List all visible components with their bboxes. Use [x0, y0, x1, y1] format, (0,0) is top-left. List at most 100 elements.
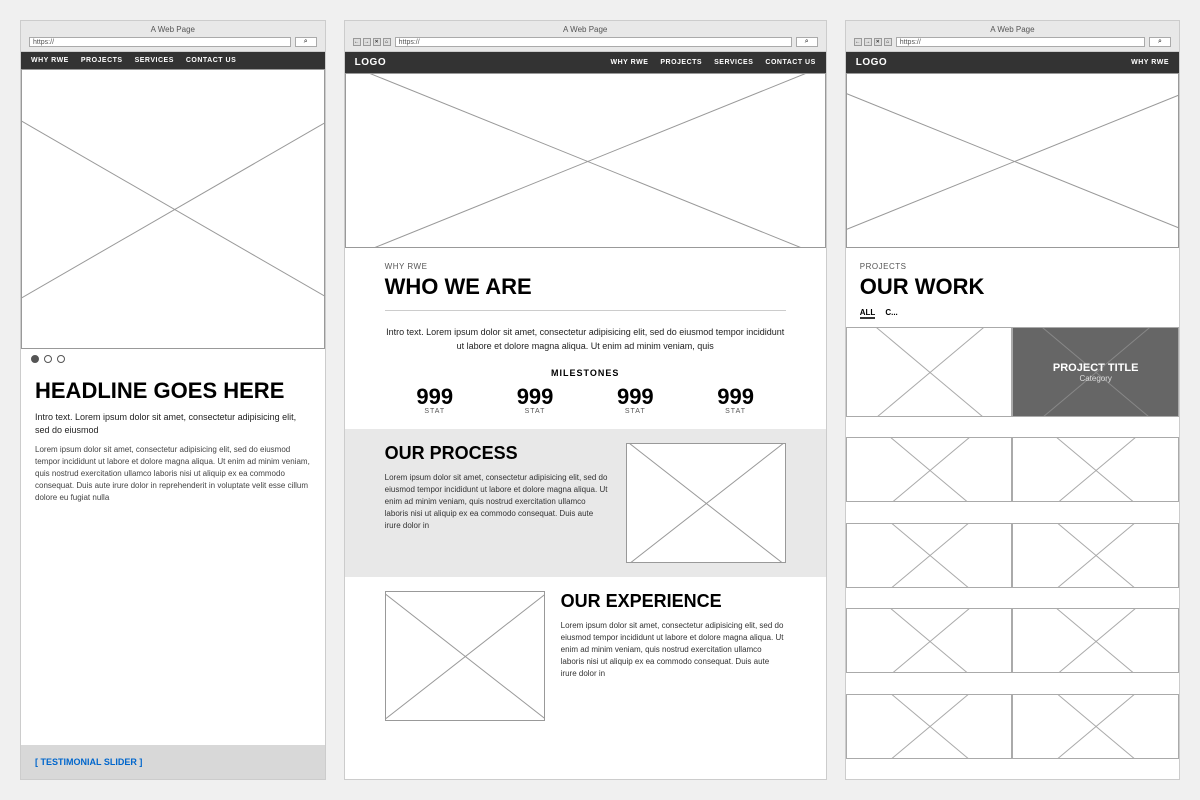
milestones-title: MILESTONES: [385, 368, 786, 378]
who-intro-text: Intro text. Lorem ipsum dolor sit amet, …: [345, 311, 826, 368]
nav-link-why-rwe-1[interactable]: WHY RWE: [31, 57, 69, 64]
browser-search-2[interactable]: ⌕: [796, 37, 818, 47]
grid-cell-8: [1012, 608, 1179, 673]
stats-row: 999 STAT 999 STAT 999 STAT 999 STAT: [385, 386, 786, 415]
panel-mobile: A Web Page https:// ⌕ WHY RWE PROJECTS S…: [20, 20, 326, 780]
browser-chrome-3: A Web Page ← → ✕ ⌂ https:// ⌕: [846, 21, 1179, 52]
who-section-title: WHO WE ARE: [385, 274, 786, 300]
project-title: PROJECT TITLE: [1053, 362, 1139, 374]
work-section-label: PROJECTS: [860, 262, 1165, 271]
nav-link-projects-2[interactable]: PROJECTS: [660, 59, 702, 66]
browser-bar-2: ← → ✕ ⌂ https:// ⌕: [353, 37, 818, 47]
experience-section: OUR EXPERIENCE Lorem ipsum dolor sit ame…: [345, 577, 826, 735]
browser-title-1: A Web Page: [29, 25, 317, 34]
testimonial-label: [ TESTIMONIAL SLIDER ]: [35, 757, 311, 767]
dot-3[interactable]: [57, 355, 65, 363]
home-btn[interactable]: ⌂: [383, 38, 391, 46]
work-section-title: OUR WORK: [860, 274, 1165, 300]
nav-bar-3: LOGO WHY RWE: [846, 52, 1179, 73]
carousel-dots: [21, 349, 325, 369]
hero-image-1: [21, 69, 325, 349]
body-text: Lorem ipsum dolor sit amet, consectetur …: [35, 444, 311, 504]
browser-search-1[interactable]: ⌕: [295, 37, 317, 47]
grid-cell-4: [1012, 437, 1179, 502]
nav-link-services-2[interactable]: SERVICES: [714, 59, 753, 66]
back-btn[interactable]: ←: [353, 38, 361, 46]
dot-1[interactable]: [31, 355, 39, 363]
grid-cell-7: [846, 608, 1013, 673]
process-image: [626, 443, 786, 563]
nav-link-why-rwe-2[interactable]: WHY RWE: [611, 59, 649, 66]
browser-title-3: A Web Page: [854, 25, 1171, 34]
grid-cell-5: [846, 523, 1013, 588]
projects-grid: PROJECT TITLE Category: [846, 327, 1179, 779]
stat-label-1: STAT: [416, 408, 453, 415]
panel-projects: A Web Page ← → ✕ ⌂ https:// ⌕ LOGO WHY R…: [845, 20, 1180, 780]
experience-image: [385, 591, 545, 721]
forward-btn-3[interactable]: →: [864, 38, 872, 46]
nav-link-contact-1[interactable]: CONTACT US: [186, 57, 236, 64]
filter-all[interactable]: ALL: [860, 308, 876, 319]
browser-bar-3: ← → ✕ ⌂ https:// ⌕: [854, 37, 1171, 47]
back-btn-3[interactable]: ←: [854, 38, 862, 46]
milestones-section: MILESTONES 999 STAT 999 STAT 999 STAT 99…: [345, 368, 826, 429]
hero-image-3: [846, 73, 1179, 248]
grid-cell-featured[interactable]: PROJECT TITLE Category: [1012, 327, 1179, 417]
grid-cell-3: [846, 437, 1013, 502]
close-btn[interactable]: ✕: [373, 38, 381, 46]
stat-label-4: STAT: [717, 408, 754, 415]
nav-link-contact-2[interactable]: CONTACT US: [765, 59, 815, 66]
experience-body: Lorem ipsum dolor sit amet, consectetur …: [561, 620, 786, 680]
stat-number-2: 999: [517, 386, 554, 408]
stat-number-1: 999: [416, 386, 453, 408]
browser-buttons-2: ← → ✕ ⌂: [353, 38, 391, 46]
nav-link-services-1[interactable]: SERVICES: [135, 57, 174, 64]
close-btn-3[interactable]: ✕: [874, 38, 882, 46]
filter-row: ALL C...: [846, 308, 1179, 327]
panel-desktop-full: A Web Page ← → ✕ ⌂ https:// ⌕ LOGO WHY R…: [344, 20, 827, 780]
browser-url-2[interactable]: https://: [395, 37, 792, 47]
logo-3: LOGO: [856, 57, 887, 68]
browser-chrome-1: A Web Page https:// ⌕: [21, 21, 325, 52]
logo-2: LOGO: [355, 57, 386, 68]
grid-cell-6: [1012, 523, 1179, 588]
our-work-section: PROJECTS OUR WORK: [846, 248, 1179, 308]
stat-4: 999 STAT: [717, 386, 754, 415]
experience-text: OUR EXPERIENCE Lorem ipsum dolor sit ame…: [561, 591, 786, 680]
grid-cell-10: [1012, 694, 1179, 759]
browser-title-2: A Web Page: [353, 25, 818, 34]
stat-3: 999 STAT: [617, 386, 654, 415]
hero-image-2: [345, 73, 826, 248]
dot-2[interactable]: [44, 355, 52, 363]
stat-1: 999 STAT: [416, 386, 453, 415]
stat-number-4: 999: [717, 386, 754, 408]
process-text: OUR PROCESS Lorem ipsum dolor sit amet, …: [385, 443, 610, 532]
browser-url-3[interactable]: https://: [896, 37, 1145, 47]
stat-label-2: STAT: [517, 408, 554, 415]
project-category: Category: [1079, 374, 1111, 383]
panel1-content: HEADLINE GOES HERE Intro text. Lorem ips…: [21, 369, 325, 514]
nav-link-why-rwe-3[interactable]: WHY RWE: [1131, 59, 1169, 66]
nav-bar-1: WHY RWE PROJECTS SERVICES CONTACT US: [21, 52, 325, 69]
process-title: OUR PROCESS: [385, 443, 610, 464]
filter-other[interactable]: C...: [885, 308, 897, 319]
home-btn-3[interactable]: ⌂: [884, 38, 892, 46]
who-we-are-section: WHY RWE WHO WE ARE: [345, 248, 826, 310]
intro-text: Intro text. Lorem ipsum dolor sit amet, …: [35, 411, 311, 436]
browser-url-1[interactable]: https://: [29, 37, 291, 47]
process-body: Lorem ipsum dolor sit amet, consectetur …: [385, 472, 610, 532]
browser-bar-1: https:// ⌕: [29, 37, 317, 47]
who-section-label: WHY RWE: [385, 262, 786, 271]
nav-link-projects-1[interactable]: PROJECTS: [81, 57, 123, 64]
project-overlay: PROJECT TITLE Category: [1013, 328, 1178, 416]
stat-label-3: STAT: [617, 408, 654, 415]
browser-buttons-3: ← → ✕ ⌂: [854, 38, 892, 46]
browser-chrome-2: A Web Page ← → ✕ ⌂ https:// ⌕: [345, 21, 826, 52]
stat-2: 999 STAT: [517, 386, 554, 415]
grid-cell-9: [846, 694, 1013, 759]
testimonial-section: [ TESTIMONIAL SLIDER ]: [21, 745, 325, 779]
forward-btn[interactable]: →: [363, 38, 371, 46]
process-section: OUR PROCESS Lorem ipsum dolor sit amet, …: [345, 429, 826, 577]
browser-search-3[interactable]: ⌕: [1149, 37, 1171, 47]
nav-bar-2: LOGO WHY RWE PROJECTS SERVICES CONTACT U…: [345, 52, 826, 73]
